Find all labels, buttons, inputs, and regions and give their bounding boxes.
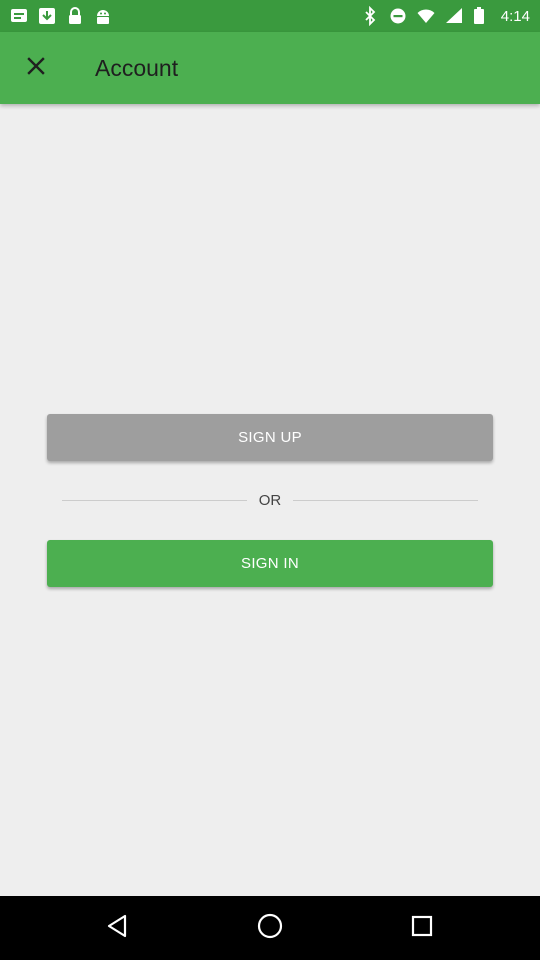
back-button[interactable] — [98, 908, 138, 948]
account-screen: 4:14 Account SIGN UP OR SIGN IN — [0, 0, 540, 960]
page-title: Account — [95, 55, 179, 81]
do-not-disturb-icon — [389, 6, 407, 26]
or-divider: OR — [62, 488, 478, 512]
divider-line-left — [62, 499, 247, 501]
close-button[interactable] — [12, 44, 60, 92]
close-icon — [26, 56, 46, 81]
home-icon — [255, 911, 285, 946]
wifi-icon — [417, 6, 435, 26]
back-icon — [103, 911, 133, 946]
sign-up-button[interactable]: SIGN UP — [47, 414, 493, 461]
recent-apps-icon — [407, 911, 437, 946]
navigation-bar — [0, 896, 540, 960]
bluetooth-icon — [361, 5, 379, 27]
notification-icon — [10, 6, 28, 26]
recent-apps-button[interactable] — [402, 908, 442, 948]
download-icon — [38, 6, 56, 26]
app-bar: Account — [0, 32, 540, 104]
lock-icon — [66, 6, 84, 26]
status-left-icons — [10, 6, 112, 26]
sign-in-button[interactable]: SIGN IN — [47, 540, 493, 587]
status-time: 4:14 — [500, 7, 530, 25]
battery-icon — [473, 6, 491, 26]
android-icon — [94, 6, 112, 26]
status-right-icons: 4:14 — [361, 0, 530, 32]
signal-icon — [445, 6, 463, 26]
divider-line-right — [293, 499, 478, 501]
status-bar: 4:14 — [0, 0, 540, 32]
home-button[interactable] — [250, 908, 290, 948]
or-label: OR — [258, 491, 282, 509]
